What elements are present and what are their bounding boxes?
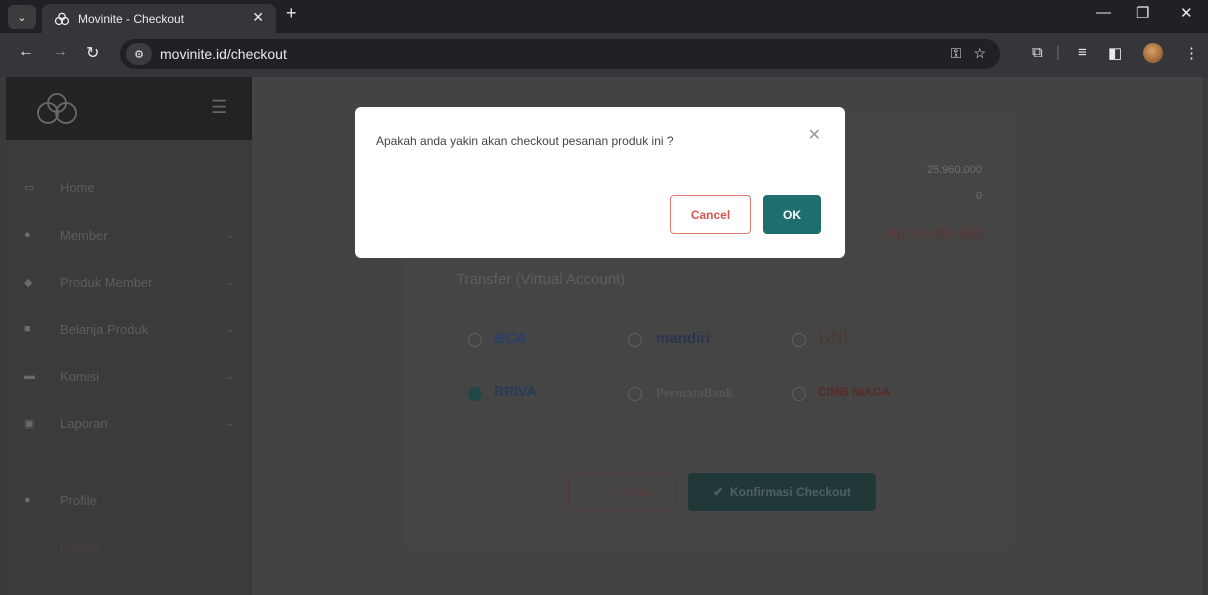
chevron-down-icon: ⌄ bbox=[225, 323, 234, 335]
bank-logo-briva: BRIVA bbox=[494, 383, 537, 399]
bank-radio-mandiri[interactable] bbox=[628, 333, 642, 347]
restore-icon[interactable]: ❐ bbox=[1136, 4, 1149, 22]
star-icon[interactable]: ☆ bbox=[973, 45, 986, 62]
profile-avatar[interactable] bbox=[1143, 43, 1163, 63]
chevron-down-icon: ⌄ bbox=[225, 370, 234, 382]
sidebar-header: ☰ bbox=[6, 77, 252, 140]
window-close-icon[interactable]: ✕ bbox=[1180, 4, 1193, 22]
bank-logo-permata: PermataBank bbox=[656, 385, 734, 400]
back-icon[interactable]: ← bbox=[18, 43, 34, 61]
payment-section-title: Transfer (Virtual Account) bbox=[456, 271, 626, 288]
report-icon: ▣ bbox=[24, 417, 35, 430]
forward-icon[interactable]: → bbox=[52, 43, 68, 61]
url-text[interactable]: movinite.id/checkout bbox=[160, 46, 287, 62]
ok-button[interactable]: OK bbox=[763, 195, 821, 234]
toolbar-divider: | bbox=[1056, 44, 1060, 61]
reload-icon[interactable]: ↻ bbox=[86, 43, 99, 63]
confirm-checkout-button[interactable]: ✔ Konfirmasi Checkout bbox=[688, 473, 876, 511]
tab-search-icon[interactable]: ⌄ bbox=[8, 5, 36, 29]
sidebar-item-profile[interactable]: ● Profile bbox=[24, 490, 234, 510]
browser-tab-strip: ⌄ Movinite - Checkout ✕ + — ❐ ✕ bbox=[0, 0, 1208, 33]
sidebar-item-produk-member[interactable]: ◆ Produk Member ⌄ bbox=[24, 272, 234, 292]
menu-toggle-icon[interactable]: ☰ bbox=[211, 97, 227, 118]
cancel-button[interactable]: Cancel bbox=[670, 195, 751, 234]
sidebar-item-member[interactable]: ● Member ⌄ bbox=[24, 225, 234, 245]
movinite-logo[interactable] bbox=[34, 91, 80, 132]
subtotal-value: 25.960.000 bbox=[926, 164, 982, 176]
sidebar-item-label: Belanja Produk bbox=[60, 321, 149, 337]
card-icon: ▬ bbox=[24, 370, 35, 382]
sidebar-icon[interactable]: ◧ bbox=[1108, 44, 1122, 62]
chevron-down-icon: ⌄ bbox=[225, 276, 234, 288]
sidebar-item-label: Profile bbox=[60, 492, 97, 508]
confirm-button-label: Konfirmasi Checkout bbox=[730, 485, 851, 499]
bank-radio-bni[interactable] bbox=[792, 333, 806, 347]
user-icon: ● bbox=[24, 494, 31, 506]
sidebar-item-label: Laporan bbox=[60, 415, 108, 431]
sidebar: ☰ ▭ Home ● Member ⌄ ◆ Produk Member ⌄ ■ … bbox=[6, 77, 252, 595]
sidebar-item-label: Member bbox=[60, 227, 108, 243]
back-button[interactable]: ← Kembali bbox=[568, 473, 676, 511]
sidebar-item-logout[interactable]: ⏻ Logout bbox=[24, 537, 234, 557]
bank-radio-cimb[interactable] bbox=[792, 387, 806, 401]
confirm-dialog: Apakah anda yakin akan checkout pesanan … bbox=[355, 107, 845, 258]
sidebar-item-home[interactable]: ▭ Home bbox=[24, 177, 234, 197]
media-icon[interactable]: ≡ bbox=[1078, 44, 1087, 61]
menu-dots-icon[interactable]: ⋮ bbox=[1184, 44, 1199, 62]
bank-logo-cimb: CIMB NIAGA bbox=[818, 385, 891, 399]
chevron-down-icon: ⌄ bbox=[225, 417, 234, 429]
bank-logo-bni: BNI bbox=[818, 327, 849, 347]
monitor-icon: ▭ bbox=[24, 181, 35, 194]
tag-icon: ◆ bbox=[24, 276, 33, 289]
tab-title: Movinite - Checkout bbox=[78, 11, 185, 26]
favicon-icon bbox=[54, 11, 70, 27]
sidebar-item-belanja-produk[interactable]: ■ Belanja Produk ⌄ bbox=[24, 319, 234, 339]
dialog-message: Apakah anda yakin akan checkout pesanan … bbox=[376, 134, 674, 148]
arrow-left-icon: ← bbox=[592, 485, 608, 499]
power-icon: ⏻ bbox=[24, 540, 33, 553]
extensions-icon[interactable]: ⧉ bbox=[1032, 44, 1043, 61]
close-icon[interactable]: ✕ bbox=[252, 9, 264, 26]
total-value: Rp 25.960.000 bbox=[886, 225, 985, 242]
discount-value: 0 bbox=[975, 190, 982, 202]
check-icon: ✔ bbox=[713, 485, 731, 499]
new-tab-icon[interactable]: + bbox=[286, 3, 297, 24]
browser-tab[interactable]: Movinite - Checkout ✕ bbox=[42, 4, 276, 33]
bank-radio-briva[interactable] bbox=[468, 387, 482, 401]
sidebar-item-label: Komisi bbox=[60, 368, 100, 384]
sidebar-item-label: Home bbox=[60, 179, 95, 195]
chevron-down-icon: ⌄ bbox=[225, 229, 234, 241]
user-icon: ● bbox=[24, 229, 31, 241]
sidebar-item-label: Logout bbox=[60, 539, 100, 555]
sidebar-item-komisi[interactable]: ▬ Komisi ⌄ bbox=[24, 366, 234, 386]
minimize-icon[interactable]: — bbox=[1096, 4, 1111, 21]
close-icon[interactable]: ✕ bbox=[808, 125, 821, 145]
bank-logo-bca: BCA bbox=[494, 330, 527, 347]
back-button-label: Kembali bbox=[607, 485, 652, 499]
bank-radio-bca[interactable] bbox=[468, 333, 482, 347]
site-info-icon[interactable]: ⚙ bbox=[126, 43, 152, 65]
sidebar-item-label: Produk Member bbox=[60, 274, 153, 290]
bank-radio-permata[interactable] bbox=[628, 387, 642, 401]
bank-logo-mandiri: mandiri bbox=[656, 330, 711, 347]
omnibox[interactable]: ⚙ movinite.id/checkout ⚿ ☆ bbox=[120, 39, 1000, 69]
address-bar: ← → ↻ ⚙ movinite.id/checkout ⚿ ☆ bbox=[0, 33, 1208, 77]
key-icon[interactable]: ⚿ bbox=[951, 45, 962, 62]
bag-icon: ■ bbox=[24, 323, 31, 335]
sidebar-item-laporan[interactable]: ▣ Laporan ⌄ bbox=[24, 413, 234, 433]
